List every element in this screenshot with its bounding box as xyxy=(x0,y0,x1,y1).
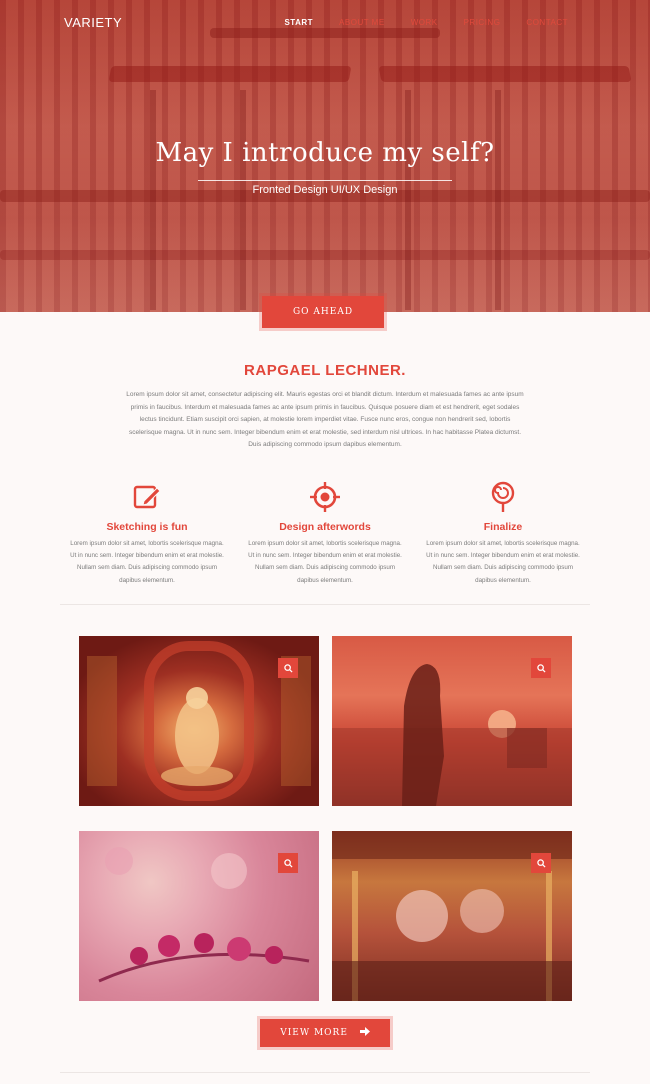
nav-item-work[interactable]: WORK xyxy=(411,18,438,27)
hero-pillar xyxy=(495,90,501,310)
zoom-button[interactable] xyxy=(278,853,298,873)
target-crosshair-icon xyxy=(308,480,342,514)
gallery-item-buddha-shrine[interactable] xyxy=(79,636,319,806)
search-icon xyxy=(536,858,546,868)
hero-pillar xyxy=(150,90,156,310)
site-logo[interactable]: VARIETY xyxy=(64,15,122,30)
hero-title: May I introduce my self? xyxy=(155,138,495,168)
feature-finalize: Finalize Lorem ipsum dolor sit amet, lob… xyxy=(423,480,583,587)
view-more-button[interactable]: VIEW MORE xyxy=(260,1019,390,1047)
gallery-item-orchids[interactable] xyxy=(79,831,319,1001)
search-icon xyxy=(283,663,293,673)
feature-design: Design afterwords Lorem ipsum dolor sit … xyxy=(245,480,405,587)
zoom-button[interactable] xyxy=(531,658,551,678)
section-divider xyxy=(60,604,590,605)
profile-intro-text: Lorem ipsum dolor sit amet, consectetur … xyxy=(126,391,524,449)
search-icon xyxy=(536,663,546,673)
feature-sketching: Sketching is fun Lorem ipsum dolor sit a… xyxy=(67,480,227,587)
hero-banner: VARIETY START ABOUT ME WORK PRICING CONT… xyxy=(0,0,650,312)
nav-item-start[interactable]: START xyxy=(284,18,313,27)
gallery-item-sunset-silhouette[interactable] xyxy=(332,636,572,806)
pencil-edit-icon xyxy=(130,480,164,514)
hero-roof-decoration xyxy=(0,250,650,260)
zoom-button[interactable] xyxy=(278,658,298,678)
hero-pillar xyxy=(240,90,246,310)
nav-item-about-me[interactable]: ABOUT ME xyxy=(339,18,385,27)
feature-text: Lorem ipsum dolor sit amet, lobortis sce… xyxy=(426,540,580,584)
feature-title: Sketching is fun xyxy=(106,521,188,533)
arrow-right-icon xyxy=(359,1027,370,1036)
gallery-item-temple-hall[interactable] xyxy=(332,831,572,1001)
lollipop-icon xyxy=(486,480,520,514)
view-more-label: VIEW MORE xyxy=(280,1028,348,1038)
hero-subtitle: Fronted Design UI/UX Design xyxy=(252,184,398,196)
feature-text: Lorem ipsum dolor sit amet, lobortis sce… xyxy=(70,540,224,584)
go-ahead-button[interactable]: GO AHEAD xyxy=(262,296,384,328)
hero-pillar xyxy=(405,90,411,310)
profile-name: RAPGAEL LECHNER. xyxy=(244,362,406,379)
feature-title: Design afterwords xyxy=(279,521,371,533)
nav-item-pricing[interactable]: PRICING xyxy=(464,18,501,27)
hero-roof-decoration xyxy=(378,66,632,82)
feature-text: Lorem ipsum dolor sit amet, lobortis sce… xyxy=(248,540,402,584)
search-icon xyxy=(283,858,293,868)
feature-title: Finalize xyxy=(483,521,523,533)
hero-divider xyxy=(198,180,452,181)
section-divider xyxy=(60,1072,590,1073)
zoom-button[interactable] xyxy=(531,853,551,873)
hero-roof-decoration xyxy=(108,66,352,82)
hero-roof-decoration xyxy=(210,28,440,38)
main-nav: START ABOUT ME WORK PRICING CONTACT xyxy=(284,18,568,27)
nav-item-contact[interactable]: CONTACT xyxy=(526,18,568,27)
